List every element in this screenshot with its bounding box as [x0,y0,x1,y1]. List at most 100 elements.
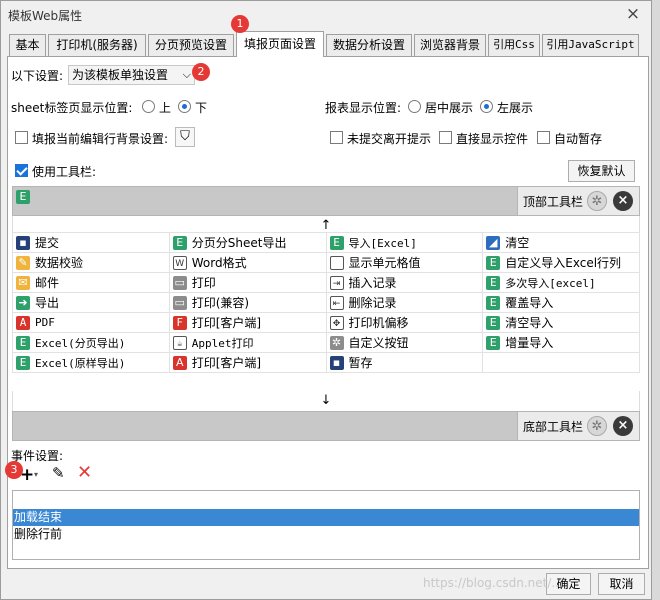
move-icon: ✥ [329,315,344,330]
toolbar-btn-clear-import[interactable]: E 清空导入 [483,313,640,333]
toolbar-btn-validate[interactable]: ✎ 数据校验 [13,253,170,273]
excel-icon: E [16,335,30,350]
toolbar-btn-clear[interactable]: ◢ 清空 [483,233,640,253]
toolbar-btn-printer-offset[interactable]: ✥ 打印机偏移 [326,313,484,333]
list-item[interactable]: 加载结束 [13,509,639,526]
cell-label: 插入记录 [348,276,397,290]
excel-icon: E [486,295,501,310]
toolbar-btn-show-cell-value[interactable]: 显示单元格值 [326,253,484,273]
toolbar-btn-incremental-import[interactable]: E 增量导入 [483,333,640,353]
radio-report-left[interactable] [480,100,493,113]
toolbar-btn-sheet-export[interactable]: E 分页分Sheet导出 [169,233,327,253]
paint-bucket-icon[interactable]: ⛉ [175,127,195,147]
gear-icon[interactable]: ✲ [587,416,607,436]
insert-row-icon: ⇥ [329,275,344,290]
toolbar-btn-multi-import[interactable]: E 多次导入[excel] [483,273,640,293]
cell-label: 自定义按钮 [348,336,409,350]
radio-sheet-bottom[interactable] [178,100,191,113]
cell-label: 显示单元格值 [348,256,421,270]
toolbar-btn-insert-record[interactable]: ⇥ 插入记录 [326,273,484,293]
web-attributes-dialog: 模板Web属性 × 基本 打印机(服务器) 分页预览设置 填报页面设置 数据分析… [0,0,652,600]
fill-bg-label: 填报当前编辑行背景设置: [32,132,169,146]
toolbar-btn-import-excel[interactable]: E 导入[Excel] [326,233,484,253]
restore-default-button[interactable]: 恢复默认 [568,160,635,182]
cell-label: Applet打印 [191,336,254,350]
close-icon[interactable]: × [613,416,633,436]
close-icon[interactable]: × [613,191,633,211]
scope-select[interactable]: 为该模板单独设置 ⌵ [68,65,195,85]
direct-control-checkbox[interactable] [439,131,452,144]
cell-label: 导入[Excel] [348,236,417,250]
cell-label: 打印(兼容) [191,296,250,310]
excel-icon: E [486,275,501,290]
toolbar-btn-print-client[interactable]: F 打印[客户端] [169,313,327,333]
tab-printer-server[interactable]: 打印机(服务器) [48,34,146,56]
toolbar-btn-applet-print[interactable]: ☕ Applet打印 [169,333,327,353]
autosave-label: 自动暂存 [554,132,603,146]
grid-row: E Excel(分页导出) ☕ Applet打印 ✲ 自定义按钮 E 增量导入 [13,333,640,353]
tab-ref-css[interactable]: 引用Css [488,34,540,56]
list-item[interactable]: 删除行前 [13,526,639,543]
move-down-arrow[interactable]: ↓ [12,391,640,411]
top-toolbar-label-box: 顶部工具栏 ✲ × [517,187,639,215]
tab-ref-javascript[interactable]: 引用JavaScript [542,34,639,56]
cell-icon [329,255,344,270]
printer-icon: ▭ [172,275,187,290]
watermark: https://blog.csdn.net/... [423,576,563,590]
tab-browser-background[interactable]: 浏览器背景 [414,34,486,56]
pdf-icon: A [16,315,30,330]
fill-bg-checkbox[interactable] [15,131,28,144]
toolbar-btn-excel-paged[interactable]: E Excel(分页导出) [13,333,170,353]
cell-label: 打印[客户端] [191,356,262,370]
gear-icon[interactable]: ✲ [587,191,607,211]
cell-label: PDF [35,316,55,329]
delete-icon[interactable]: ✕ [77,462,92,483]
chevron-down-icon: ⌵ [182,68,191,81]
word-icon: W [172,255,187,270]
cell-label: Excel(分页导出) [35,336,126,350]
toolbar-btn-temp-save[interactable]: ▪ 暂存 [326,353,484,373]
close-icon[interactable]: × [623,3,643,25]
toolbar-btn-mail[interactable]: ✉ 邮件 [13,273,170,293]
events-list: 加载结束 删除行前 [12,490,640,560]
radio-sheet-top[interactable] [142,100,155,113]
toolbar-btn-submit[interactable]: ▪ 提交 [13,233,170,253]
tab-page-preview[interactable]: 分页预览设置 [148,34,234,56]
cell-label: 数据校验 [35,256,84,270]
cell-label: 覆盖导入 [505,296,554,310]
excel-icon[interactable]: E [16,190,30,204]
toolbar-btn-word[interactable]: W Word格式 [169,253,327,273]
tab-data-analysis[interactable]: 数据分析设置 [326,34,412,56]
cell-label: 打印 [191,276,216,290]
edit-icon[interactable]: ✎ [52,464,65,482]
chevron-down-icon[interactable]: ▾ [34,470,38,479]
toolbar-btn-print-compat[interactable]: ▭ 打印(兼容) [169,293,327,313]
unsubmitted-checkbox[interactable] [330,131,343,144]
autosave-checkbox[interactable] [537,131,550,144]
cell-label: 导出 [35,296,60,310]
tab-fill-page-settings[interactable]: 填报页面设置 [236,31,324,57]
cell-label: 多次导入[excel] [505,276,596,290]
toolbar-btn-pdf[interactable]: A PDF [13,313,170,333]
direct-control-label: 直接显示控件 [456,132,529,146]
delete-row-icon: ⇤ [329,295,344,310]
eraser-icon: ◢ [486,235,501,250]
toolbar-btn-print-client-pdf[interactable]: A 打印[客户端] [169,353,327,373]
excel-icon: E [16,355,30,370]
excel-icon: E [486,315,501,330]
toolbar-btn-excel-original[interactable]: E Excel(原样导出) [13,353,170,373]
cell-label: 自定义导入Excel行列 [505,256,622,270]
cancel-button[interactable]: 取消 [598,573,645,595]
toolbar-btn-custom-button[interactable]: ✲ 自定义按钮 [326,333,484,353]
cell-label: 增量导入 [505,336,554,350]
toolbar-btn-export[interactable]: ➜ 导出 [13,293,170,313]
toolbar-btn-custom-import[interactable]: E 自定义导入Excel行列 [483,253,640,273]
tab-basic[interactable]: 基本 [9,34,46,56]
printer-icon: ▭ [172,295,187,310]
toolbar-btn-print[interactable]: ▭ 打印 [169,273,327,293]
use-toolbar-checkbox[interactable] [15,164,28,177]
bottom-toolbar-label-box: 底部工具栏 ✲ × [517,412,639,440]
toolbar-btn-overwrite-import[interactable]: E 覆盖导入 [483,293,640,313]
radio-report-center[interactable] [408,100,421,113]
toolbar-btn-delete-record[interactable]: ⇤ 删除记录 [326,293,484,313]
